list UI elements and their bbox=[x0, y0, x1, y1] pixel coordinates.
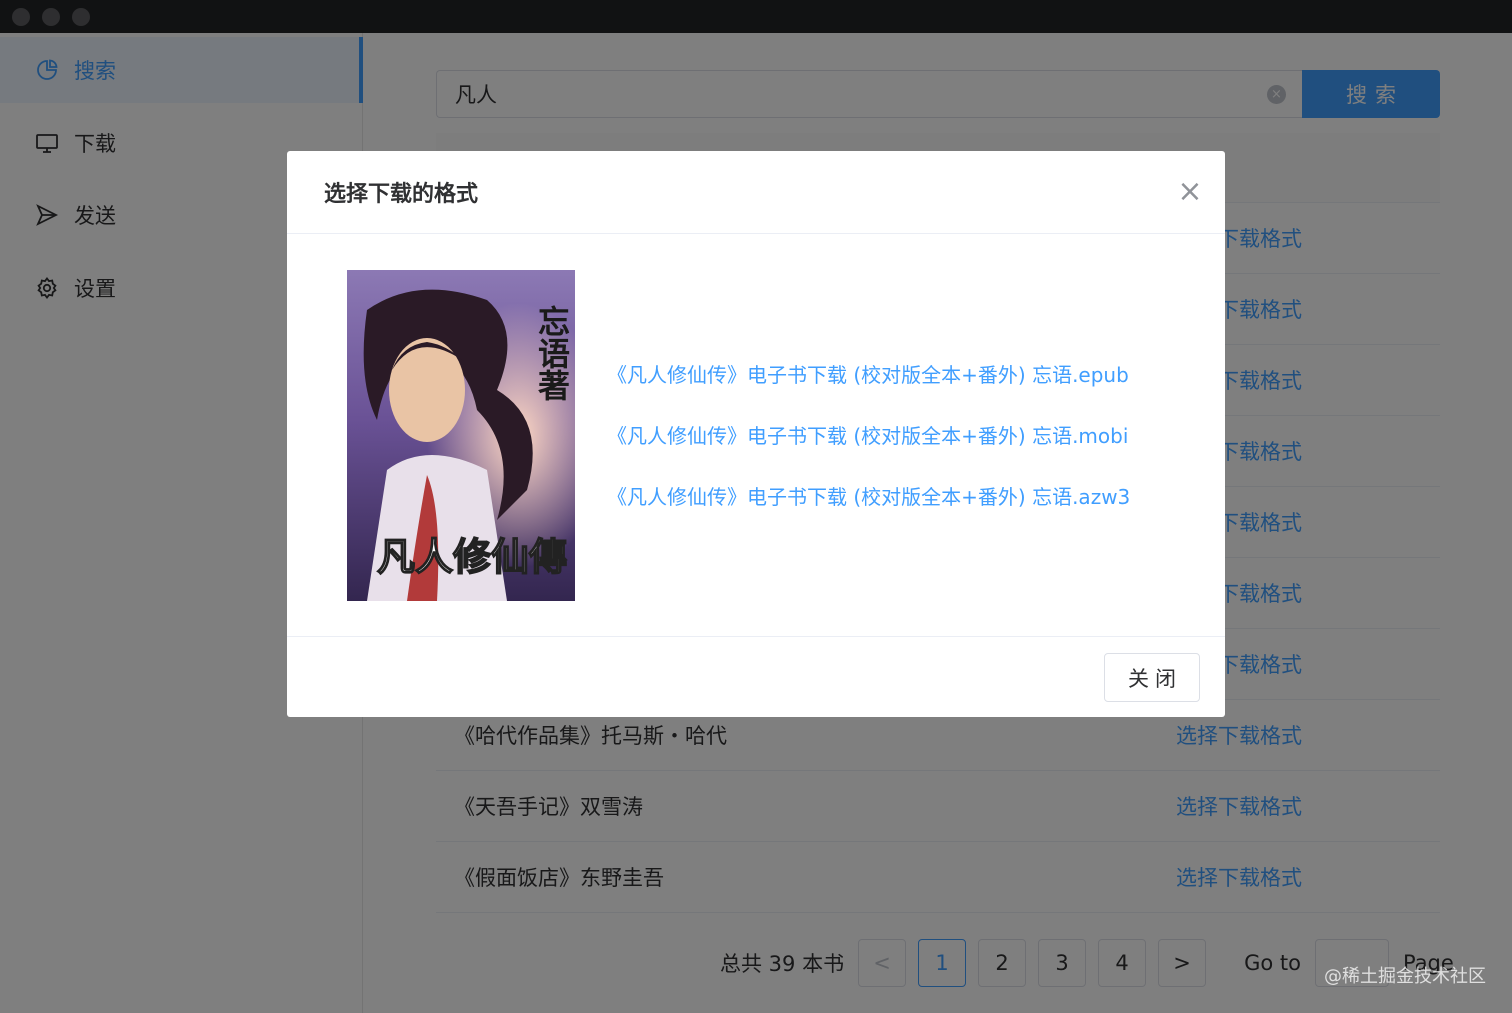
close-icon[interactable]: × bbox=[1175, 177, 1205, 207]
format-list: 《凡人修仙传》电子书下载 (校对版全本+番外) 忘语.epub 《凡人修仙传》电… bbox=[607, 358, 1130, 541]
format-link-azw3[interactable]: 《凡人修仙传》电子书下载 (校对版全本+番外) 忘语.azw3 bbox=[607, 480, 1130, 541]
cover-title-text: 凡人修仙傳 bbox=[377, 537, 567, 579]
cover-author-text: 忘语著 bbox=[534, 305, 570, 401]
format-link-epub[interactable]: 《凡人修仙传》电子书下载 (校对版全本+番外) 忘语.epub bbox=[607, 358, 1130, 419]
watermark: @稀土掘金技术社区 bbox=[1324, 966, 1486, 987]
format-link-mobi[interactable]: 《凡人修仙传》电子书下载 (校对版全本+番外) 忘语.mobi bbox=[607, 419, 1130, 480]
dialog-title: 选择下载的格式 bbox=[324, 182, 479, 207]
book-cover-image: 忘语著 凡人修仙傳 bbox=[347, 270, 575, 601]
dialog-header: 选择下载的格式 bbox=[287, 151, 1225, 234]
format-dialog: 选择下载的格式 × 忘语著 凡人修仙傳 《凡人修仙传》电子书下载 (校对版全本+… bbox=[287, 151, 1225, 717]
dialog-footer: 关闭 bbox=[287, 638, 1225, 717]
close-button[interactable]: 关闭 bbox=[1104, 653, 1200, 702]
dialog-body: 忘语著 凡人修仙傳 《凡人修仙传》电子书下载 (校对版全本+番外) 忘语.epu… bbox=[287, 235, 1225, 637]
